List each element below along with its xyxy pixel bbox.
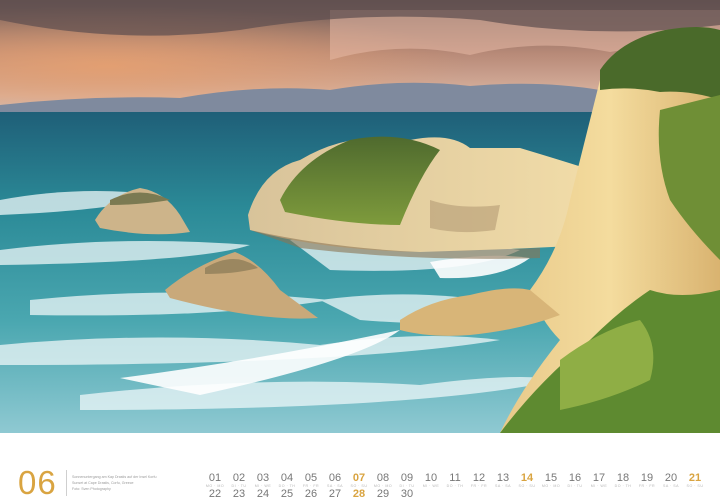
calendar-day-25: 25 <box>275 488 299 500</box>
calendar-day-27: 27 <box>323 488 347 500</box>
calendar-day-11: 11 DO · TH <box>443 472 467 489</box>
day-number: 27 <box>328 488 342 500</box>
calendar-day-28: 28 <box>347 488 371 500</box>
day-number: 09 <box>400 472 414 484</box>
weekday-label: FR · FR <box>470 484 488 488</box>
weekday-label: FR · FR <box>638 484 656 488</box>
day-number: 01 <box>208 472 222 484</box>
day-number: 04 <box>280 472 294 484</box>
day-number: 28 <box>352 488 366 500</box>
day-number: 10 <box>424 472 438 484</box>
day-number: 20 <box>664 472 678 484</box>
calendar-day-05: 05 FR · FR <box>299 472 323 489</box>
day-number: 12 <box>472 472 486 484</box>
weekday-label: SA · SA <box>494 484 512 488</box>
calendar-day-22: 22 <box>203 488 227 500</box>
calendar-day-19: 19 FR · FR <box>635 472 659 489</box>
day-number: 23 <box>232 488 246 500</box>
calendar-day-26: 26 <box>299 488 323 500</box>
day-number: 11 <box>449 472 461 484</box>
day-number: 21 <box>688 472 702 484</box>
calendar-day-13: 13 SA · SA <box>491 472 515 489</box>
day-number: 19 <box>640 472 654 484</box>
cliff-coast-image <box>0 0 720 433</box>
day-number: 14 <box>520 472 534 484</box>
weekday-label: MO · MO <box>541 484 561 488</box>
weekday-label: DI · TU <box>567 484 583 488</box>
weekday-label: MI · WE <box>590 484 608 488</box>
calendar-day-04: 04 DO · TH <box>275 472 299 489</box>
day-number: 06 <box>328 472 342 484</box>
day-number: 24 <box>256 488 270 500</box>
landscape-photo <box>0 0 720 433</box>
day-number: 26 <box>304 488 318 500</box>
day-number: 07 <box>352 472 366 484</box>
calendar-day-09: 09 DI · TU <box>395 472 419 489</box>
weekday-label: SA · SA <box>662 484 680 488</box>
calendar-day-02: 02 DI · TU <box>227 472 251 489</box>
calendar-day-06: 06 SA · SA <box>323 472 347 489</box>
caption-line: Foto: Sven Photography <box>72 487 111 491</box>
weekday-label: SO · SU <box>686 484 704 488</box>
weekday-label: SO · SU <box>518 484 536 488</box>
weekday-label: DO · TH <box>614 484 632 488</box>
calendar-day-17: 17 MI · WE <box>587 472 611 489</box>
calendar-day-14: 14 SO · SU <box>515 472 539 489</box>
day-number: 13 <box>496 472 510 484</box>
day-number: 08 <box>376 472 390 484</box>
day-number: 15 <box>544 472 558 484</box>
day-number: 02 <box>232 472 246 484</box>
footer-divider <box>66 470 67 496</box>
calendar-day-01: 01 MO · MO <box>203 472 227 489</box>
calendar-day-12: 12 FR · FR <box>467 472 491 489</box>
weekday-label: MI · WE <box>422 484 440 488</box>
calendar-day-20: 20 SA · SA <box>659 472 683 489</box>
calendar-page: 06 Sonnenuntergang am Kap Drastis auf de… <box>0 0 720 501</box>
calendar-day-07: 07 SO · SU <box>347 472 371 489</box>
calendar-day-16: 16 DI · TU <box>563 472 587 489</box>
calendar-day-18: 18 DO · TH <box>611 472 635 489</box>
calendar-day-15: 15 MO · MO <box>539 472 563 489</box>
calendar-day-24: 24 <box>251 488 275 500</box>
month-number: 06 <box>18 464 57 501</box>
calendar-day-10: 10 MI · WE <box>419 472 443 489</box>
day-number: 17 <box>592 472 606 484</box>
day-number: 29 <box>376 488 390 500</box>
weekday-label: DO · TH <box>446 484 464 488</box>
calendar-day-29: 29 <box>371 488 395 500</box>
calendar-day-03: 03 MI · WE <box>251 472 275 489</box>
day-number: 18 <box>616 472 630 484</box>
calendar-day-08: 08 MO · MO <box>371 472 395 489</box>
calendar-day-30: 30 <box>395 488 419 500</box>
day-number: 03 <box>256 472 270 484</box>
calendar-day-23: 23 <box>227 488 251 500</box>
day-number: 30 <box>400 488 414 500</box>
photo-caption: Sonnenuntergang am Kap Drastis auf der I… <box>72 474 192 492</box>
day-number: 05 <box>304 472 318 484</box>
day-number: 25 <box>280 488 294 500</box>
calendar-day-21: 21 SO · SU <box>683 472 707 489</box>
day-number: 16 <box>568 472 582 484</box>
day-number: 22 <box>208 488 222 500</box>
